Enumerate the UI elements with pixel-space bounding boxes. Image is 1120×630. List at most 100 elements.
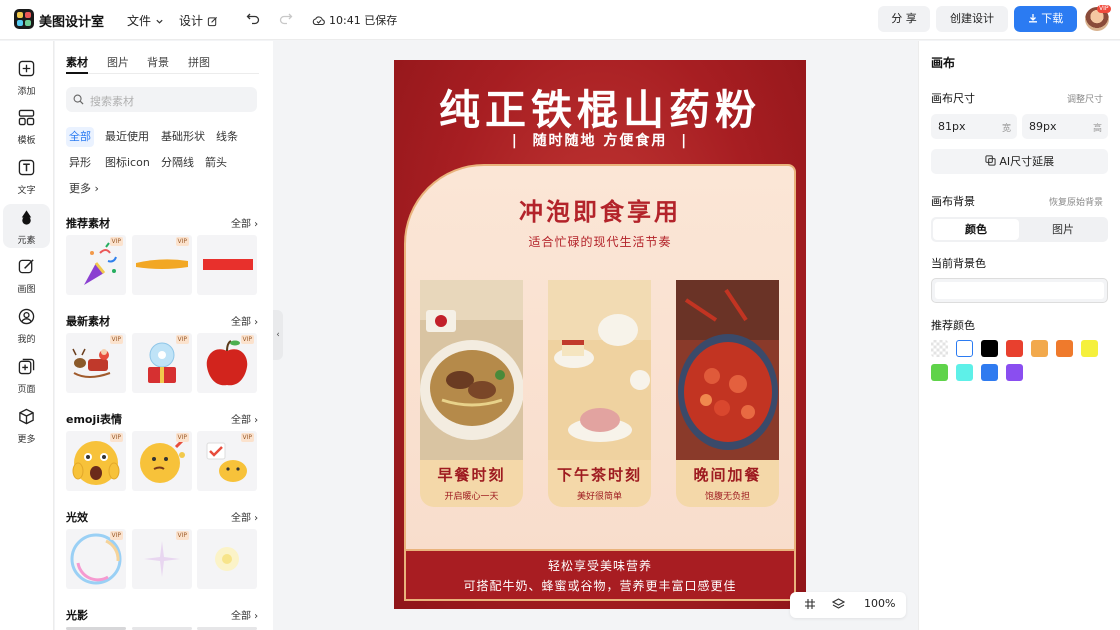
tab-collage[interactable]: 拼图 [188,54,210,70]
rail-item-template[interactable]: 模板 [3,104,50,148]
ai-size-extend-button[interactable]: AI尺寸延展 [931,149,1108,174]
color-swatch[interactable] [1031,340,1048,357]
thumb-bubble[interactable]: VIP [66,529,126,589]
height-unit: 高 [1092,124,1102,134]
rail-item-mine[interactable]: 我的 [3,303,50,347]
poster-canvas[interactable]: 纯正铁棍山药粉 | 随时随地 方便食用 | 冲泡即食享用 适合忙碌的现代生活节奏… [394,60,806,609]
color-swatch[interactable] [956,364,973,381]
collapse-panel-button[interactable]: ‹ [273,310,283,360]
design-menu[interactable]: 设计 [179,12,218,29]
section-all-link[interactable]: 全部 › [231,607,258,622]
rail-item-more[interactable]: 更多 [3,403,50,447]
poster-subtitle: | 随时随地 方便食用 | [511,133,689,149]
tab-backgrounds[interactable]: 背景 [147,54,169,70]
vip-tag: VIP [109,433,123,442]
rail-item-elements[interactable]: 元素 [3,204,50,248]
tab-materials[interactable]: 素材 [66,54,88,70]
thumb-glow[interactable] [197,529,257,589]
chip-all[interactable]: 全部 [66,127,94,147]
color-swatch[interactable] [931,340,948,357]
chip-arrows[interactable]: 箭头 [202,153,230,173]
create-design-button[interactable]: 创建设计 [936,6,1008,32]
page-add-icon [18,358,35,375]
section-all-link[interactable]: 全部 › [231,411,258,426]
thumb-sparkle[interactable]: VIP [132,529,192,589]
thumb-party-popper[interactable]: VIP [66,235,126,295]
download-button[interactable]: 下载 [1014,6,1077,32]
search-placeholder: 搜索素材 [90,95,134,108]
width-unit: 宽 [1001,124,1011,134]
rail-label: 页面 [17,385,36,395]
adjust-size-link[interactable]: 调整尺寸 [1067,92,1103,105]
undo-icon[interactable] [246,11,260,25]
color-swatch[interactable] [981,364,998,381]
seg-image[interactable]: 图片 [1020,219,1106,240]
color-swatch[interactable] [1006,364,1023,381]
chip-recent[interactable]: 最近使用 [102,127,152,147]
rail-item-draw[interactable]: 画图 [3,253,50,297]
download-label: 下载 [1041,12,1064,25]
color-swatch[interactable] [981,340,998,357]
color-swatch[interactable] [1056,340,1073,357]
section-all-link[interactable]: 全部 › [231,509,258,524]
rail-item-pages[interactable]: 页面 [3,353,50,397]
color-swatch[interactable] [1081,340,1098,357]
crayfish-photo [676,280,779,460]
vip-tag: VIP [109,335,123,344]
chip-lines[interactable]: 线条 [213,127,241,147]
chip-icons[interactable]: 图标icon [102,153,153,173]
rail-item-text[interactable]: 文字 [3,154,50,198]
color-swatch[interactable] [931,364,948,381]
thumb-apple[interactable]: VIP [197,333,257,393]
chip-basic-shapes[interactable]: 基础形状 [158,127,208,147]
thumb-sleigh[interactable]: VIP [66,333,126,393]
width-field[interactable]: 81px 宽 [931,114,1017,139]
app-title: 美图设计室 [39,15,105,30]
template-icon [18,109,35,126]
section-title: 光影 [66,609,88,622]
search-icon [73,94,84,105]
save-status: 10:41 已保存 [312,12,397,28]
height-field[interactable]: 89px 高 [1022,114,1108,139]
user-icon [18,308,35,325]
cube-icon [19,408,34,425]
grid-icon[interactable] [804,598,816,610]
poster-footer-line1: 轻松享受美味营养 [547,559,652,573]
food-desc: 开启暖心一天 [444,492,499,502]
seg-color[interactable]: 颜色 [933,219,1019,240]
thumb-brush-stroke[interactable]: VIP [132,235,192,295]
chip-irregular[interactable]: 异形 [66,153,94,173]
file-menu[interactable]: 文件 [127,12,164,29]
restore-bg-link[interactable]: 恢复原始背景 [1049,195,1103,208]
cloud-check-icon [312,15,325,25]
thumb-emoji-thinking[interactable]: VIP [132,431,192,491]
rail-label: 我的 [17,335,36,345]
poster-footer: 轻松享受美味营养 可搭配牛奶、蜂蜜或谷物，营养更丰富口感更佳 [404,549,796,601]
section-all-link[interactable]: 全部 › [231,215,258,230]
search-input[interactable]: 搜索素材 [66,87,257,112]
redo-icon[interactable] [279,11,293,25]
tool-rail: 添加 模板 文字 元素 画图 我的 页面 更多 [0,41,54,630]
chip-dividers[interactable]: 分隔线 [158,153,197,173]
section-all-link[interactable]: 全部 › [231,313,258,328]
rail-item-add[interactable]: 添加 [3,55,50,99]
tab-images[interactable]: 图片 [107,54,129,70]
share-button[interactable]: 分 享 [878,6,930,32]
thumb-snow-globe[interactable]: VIP [132,333,192,393]
download-icon [1028,14,1037,23]
file-menu-label: 文件 [127,14,152,28]
ai-size-extend-label: AI尺寸延展 [999,155,1055,168]
layers-icon[interactable] [832,598,845,610]
thumb-red-bar[interactable] [197,235,257,295]
current-bg-color-field[interactable] [931,278,1108,303]
thumb-emoji-check[interactable]: VIP [197,431,257,491]
thumb-emoji-shocked[interactable]: VIP [66,431,126,491]
zoom-level[interactable]: 100% [864,597,895,610]
color-swatch[interactable] [956,340,973,357]
red-bar-icon [203,259,253,270]
current-bg-color-preview [935,282,1104,299]
color-swatch[interactable] [1006,340,1023,357]
poster-title: 纯正铁棍山药粉 [439,86,761,134]
chip-more[interactable]: 更多 › [66,179,102,199]
section-title: emoji表情 [66,413,123,426]
